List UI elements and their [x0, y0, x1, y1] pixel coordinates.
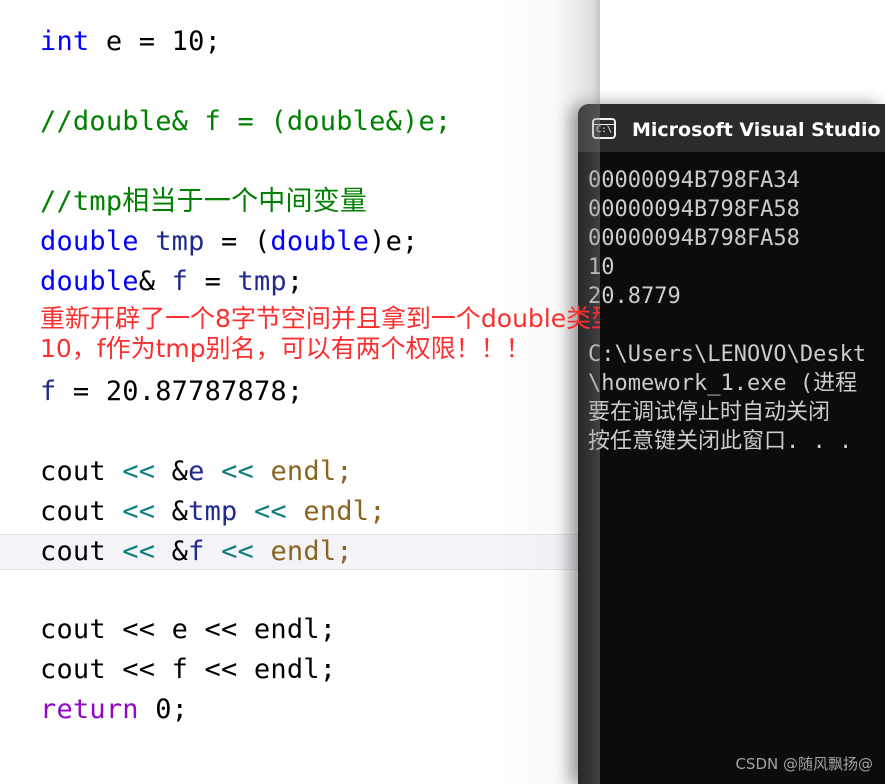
code-line[interactable]: double& f = tmp;: [40, 266, 303, 298]
console-title: Microsoft Visual Studio 调试控: [632, 118, 885, 141]
code-token: e: [188, 456, 205, 487]
code-token: cout << f << endl;: [40, 654, 337, 685]
code-token: e =: [89, 26, 172, 57]
code-token: tmp: [188, 496, 238, 527]
annotation-line: 10，f作为tmp别名，可以有两个权限！！！: [40, 334, 531, 363]
code-line[interactable]: cout << f << endl;: [40, 654, 336, 686]
code-token: ;: [336, 536, 353, 567]
console-icon-glyph: C:\: [595, 124, 613, 135]
code-line[interactable]: int e = 10;: [40, 26, 221, 58]
code-token: cout: [40, 496, 123, 527]
code-line[interactable]: cout << &tmp << endl;: [40, 496, 386, 528]
code-line[interactable]: cout << e << endl;: [40, 614, 336, 646]
console-line: C:\Users\LENOVO\Deskt: [588, 342, 867, 367]
code-token: ;: [336, 456, 353, 487]
code-token: =: [56, 376, 106, 407]
code-token: double: [40, 226, 139, 257]
code-token: f: [171, 266, 189, 297]
code-token: &: [155, 536, 189, 567]
code-token: int: [40, 26, 90, 57]
code-token: tmp: [237, 266, 287, 297]
code-line[interactable]: //tmp相当于一个中间变量: [40, 186, 367, 218]
code-token: f: [188, 536, 205, 567]
console-prompt-icon: C:\: [592, 117, 616, 139]
code-token: f: [40, 376, 57, 407]
code-token: <<: [122, 536, 156, 567]
code-token: =: [188, 266, 238, 297]
code-token: cout: [40, 536, 123, 567]
console-line: 00000094B798FA58: [588, 197, 800, 222]
code-token: 10: [171, 26, 205, 57]
code-token: )e;: [369, 226, 419, 257]
code-line[interactable]: f = 20.87787878;: [40, 376, 303, 408]
code-token: double: [40, 266, 139, 297]
code-token: <<: [253, 496, 287, 527]
code-token: endl: [270, 456, 337, 487]
code-token: return: [40, 694, 139, 725]
code-editor-pane[interactable]: int e = 10; //double& f = (double&)e; //tm…: [0, 0, 600, 784]
code-line[interactable]: cout << &e << endl;: [40, 456, 353, 488]
code-token: &: [155, 456, 189, 487]
code-token: //tmp相当于一个中间变量: [40, 186, 368, 217]
code-token: ;: [204, 26, 222, 57]
code-token: ;: [369, 496, 386, 527]
code-token: cout: [40, 456, 123, 487]
code-token: &: [155, 496, 189, 527]
console-line: 00000094B798FA34: [588, 168, 800, 193]
csdn-watermark: CSDN @随风飘扬@: [735, 755, 873, 773]
code-token: <<: [122, 496, 156, 527]
code-token: 0;: [138, 694, 189, 725]
screenshot-root: int e = 10; //double& f = (double&)e; //tm…: [0, 0, 885, 784]
code-token: <<: [221, 536, 254, 567]
console-line: 要在调试停止时自动关闭: [588, 400, 831, 425]
code-token: 20.87787878: [105, 376, 287, 407]
code-token: double: [270, 226, 370, 257]
code-token: <<: [221, 456, 254, 487]
code-line[interactable]: double tmp = (double)e;: [40, 226, 419, 258]
code-token: endl: [303, 496, 370, 527]
console-output[interactable]: 00000094B798FA34 00000094B798FA58 00000094…: [578, 152, 885, 784]
console-line: \homework_1.exe (进程: [588, 371, 858, 396]
code-token: = (: [204, 226, 271, 257]
console-line: 00000094B798FA58: [588, 226, 800, 251]
code-token: cout << e << endl;: [40, 614, 337, 645]
code-line[interactable]: cout << &f << endl;: [40, 536, 353, 568]
code-line[interactable]: return 0;: [40, 694, 188, 726]
console-line: 10: [588, 255, 615, 280]
console-titlebar[interactable]: C:\ Microsoft Visual Studio 调试控: [578, 104, 885, 152]
code-token: //double& f = (double&)e;: [40, 106, 452, 137]
code-token: endl: [270, 536, 337, 567]
code-token: tmp: [155, 226, 205, 257]
console-window[interactable]: C:\ Microsoft Visual Studio 调试控 00000094…: [578, 104, 885, 784]
code-line[interactable]: //double& f = (double&)e;: [40, 106, 451, 138]
code-token: ;: [286, 376, 304, 407]
code-token: <<: [122, 456, 156, 487]
code-token: &: [138, 266, 172, 297]
console-line: 20.8779: [588, 284, 681, 309]
code-token: ;: [286, 266, 304, 297]
console-line: 按任意键关闭此窗口. . .: [588, 429, 853, 454]
annotation-line: 重新开辟了一个8字节空间并且拿到一个double类型的: [40, 304, 600, 333]
